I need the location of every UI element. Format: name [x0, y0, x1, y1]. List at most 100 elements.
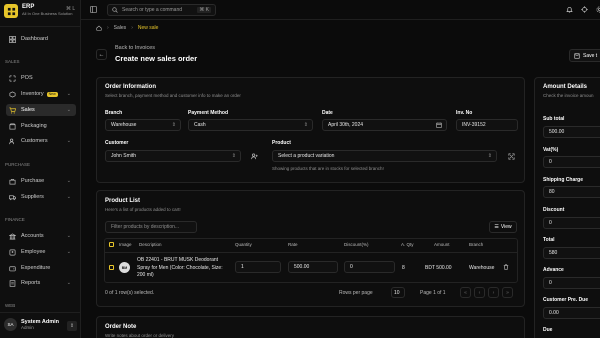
amount-details-title: Amount Details — [543, 84, 588, 90]
column-header-available-qty[interactable]: A. Qty — [401, 242, 414, 247]
discount-input-total[interactable]: 0 — [543, 217, 600, 229]
invoice-number-field[interactable]: INV-39152 — [456, 119, 518, 131]
rate-input[interactable]: 500.00 — [288, 261, 338, 273]
avatar: SA — [4, 318, 17, 331]
page-indicator: Page 1 of 1 — [420, 290, 446, 296]
sidebar-item-purchase[interactable]: Purchase ⌄ — [6, 175, 76, 187]
product-placeholder: Select a product variation — [278, 153, 335, 159]
sidebar-item-dashboard[interactable]: Dashboard — [6, 33, 76, 45]
sub-total-field: 500.00 — [543, 126, 600, 138]
back-button[interactable]: ← — [96, 49, 107, 60]
advance-input[interactable]: 0 — [543, 277, 600, 289]
users-icon — [9, 138, 16, 145]
sidebar: ERP All In One Business Solution ⌘ L Das… — [0, 0, 81, 338]
back-to-invoices-link[interactable]: Back to Invoices — [115, 45, 155, 51]
previous-page-button[interactable]: ‹ — [474, 287, 485, 298]
user-role: Admin — [21, 325, 34, 330]
total-value: 580 — [549, 250, 558, 256]
available-qty: 8 — [402, 265, 405, 271]
truck-icon — [9, 194, 16, 201]
add-customer-button[interactable] — [248, 150, 260, 162]
sidebar-toggle-shortcut[interactable]: ⌘ L — [66, 6, 75, 12]
rows-per-page-select[interactable]: 10 — [391, 287, 405, 298]
app-root: ERP All In One Business Solution ⌘ L Das… — [0, 0, 600, 338]
scan-button[interactable] — [505, 150, 517, 162]
product-description: OB 22401 - BRUT MUSK Deodorant Spray for… — [137, 257, 223, 278]
select-all-checkbox[interactable] — [109, 242, 114, 247]
sidebar-item-label: Employee — [21, 249, 46, 255]
sub-total-value: 500.00 — [549, 129, 565, 135]
discount-input[interactable]: 0 — [344, 261, 395, 273]
user-profile[interactable]: SA System Admin Admin — [4, 318, 59, 331]
sidebar-item-suppliers[interactable]: Suppliers ⌄ — [6, 191, 76, 203]
sidebar-item-pos[interactable]: POS — [6, 72, 76, 84]
topbar: Search or type a command ⌘ K — [81, 0, 600, 20]
sidebar-item-packaging[interactable]: Packaging — [6, 120, 76, 132]
sidebar-item-customers[interactable]: Customers ⌄ — [6, 135, 76, 147]
date-picker[interactable]: April 30th, 2024 — [322, 119, 447, 131]
chevron-down-icon: ⌄ — [66, 178, 71, 184]
chevron-down-icon: ⌄ — [66, 233, 71, 239]
total-label: Total — [543, 237, 555, 243]
shipping-charge-input[interactable]: 80 — [543, 186, 600, 198]
settings-icon[interactable] — [596, 6, 600, 13]
shipping-charge-value: 80 — [549, 189, 555, 195]
filter-products-input[interactable]: Filter products by description... — [105, 221, 197, 233]
user-menu-button[interactable]: ⇕ — [67, 321, 77, 331]
order-info-description: Select branch, payment method and custom… — [105, 93, 241, 98]
search-icon — [112, 7, 118, 13]
sidebar-item-label: Dashboard — [21, 36, 48, 42]
column-header-discount[interactable]: Discount(%) — [344, 242, 369, 247]
column-header-amount[interactable]: Amount — [434, 242, 450, 247]
product-hint: Showing products that are in stocks for … — [272, 166, 384, 171]
sidebar-toggle-icon[interactable] — [90, 6, 97, 13]
calendar-icon — [436, 122, 442, 128]
product-list-description: Here's a list of products added to cart! — [105, 207, 181, 212]
total-field: 580 — [543, 247, 600, 259]
sidebar-item-reports[interactable]: Reports ⌄ — [6, 277, 76, 289]
pos-icon — [9, 75, 16, 82]
bank-icon — [9, 232, 16, 240]
sidebar-item-expenditure[interactable]: Expenditure — [6, 262, 76, 274]
customer-previous-due-field: 0.00 — [543, 307, 600, 319]
breadcrumb-sales[interactable]: Sales — [114, 25, 127, 31]
payment-method-select[interactable]: Cash ⇕ — [188, 119, 313, 131]
vat-input[interactable]: 0 — [543, 156, 600, 168]
sidebar-item-label: Packaging — [21, 123, 47, 129]
sidebar-item-inventory[interactable]: Inventory New ⌄ — [6, 88, 76, 100]
breadcrumb: › Sales › New sale — [96, 25, 158, 31]
sidebar-item-accounts[interactable]: Accounts ⌄ — [6, 230, 76, 242]
view-options-button[interactable]: ☰ View — [489, 221, 517, 233]
discount-label: Discount — [543, 207, 565, 213]
home-icon[interactable] — [96, 25, 102, 31]
next-page-button[interactable]: › — [488, 287, 499, 298]
column-header-branch[interactable]: Branch — [469, 242, 483, 247]
column-header-rate[interactable]: Rate — [288, 242, 298, 247]
sidebar-item-label: Accounts — [21, 233, 44, 239]
theme-toggle-icon[interactable] — [581, 6, 588, 13]
box-icon — [9, 90, 16, 98]
branch-select[interactable]: Warehouse ⇕ — [105, 119, 181, 131]
row-checkbox[interactable] — [109, 265, 114, 270]
sidebar-item-employee[interactable]: Employee ⌄ — [6, 246, 76, 258]
column-header-description[interactable]: Description — [139, 242, 162, 247]
search-input[interactable]: Search or type a command ⌘ K — [107, 4, 216, 16]
last-page-button[interactable]: » — [502, 287, 513, 298]
trash-icon[interactable] — [503, 264, 509, 270]
page-title: Create new sales order — [115, 54, 198, 63]
quantity-input[interactable]: 1 — [235, 261, 281, 273]
chevrons-left-icon: « — [464, 289, 467, 296]
amount-details-description: Check the invoice amoun — [543, 93, 594, 98]
column-header-quantity[interactable]: Quantity — [235, 242, 252, 247]
save-button[interactable]: Save t — [569, 49, 600, 62]
chevron-updown-icon: ⇕ — [171, 122, 176, 128]
order-note-description: Write notes about order or delivery — [105, 333, 174, 338]
bell-icon[interactable] — [566, 6, 573, 13]
chevron-right-icon: › — [492, 289, 495, 296]
product-label: Product — [272, 140, 291, 146]
product-select[interactable]: Select a product variation ⇕ — [272, 150, 497, 162]
sidebar-item-sales[interactable]: Sales ⌄ — [6, 104, 76, 116]
first-page-button[interactable]: « — [460, 287, 471, 298]
employee-icon — [9, 249, 16, 256]
customer-select[interactable]: John Smith ⇕ — [105, 150, 241, 162]
